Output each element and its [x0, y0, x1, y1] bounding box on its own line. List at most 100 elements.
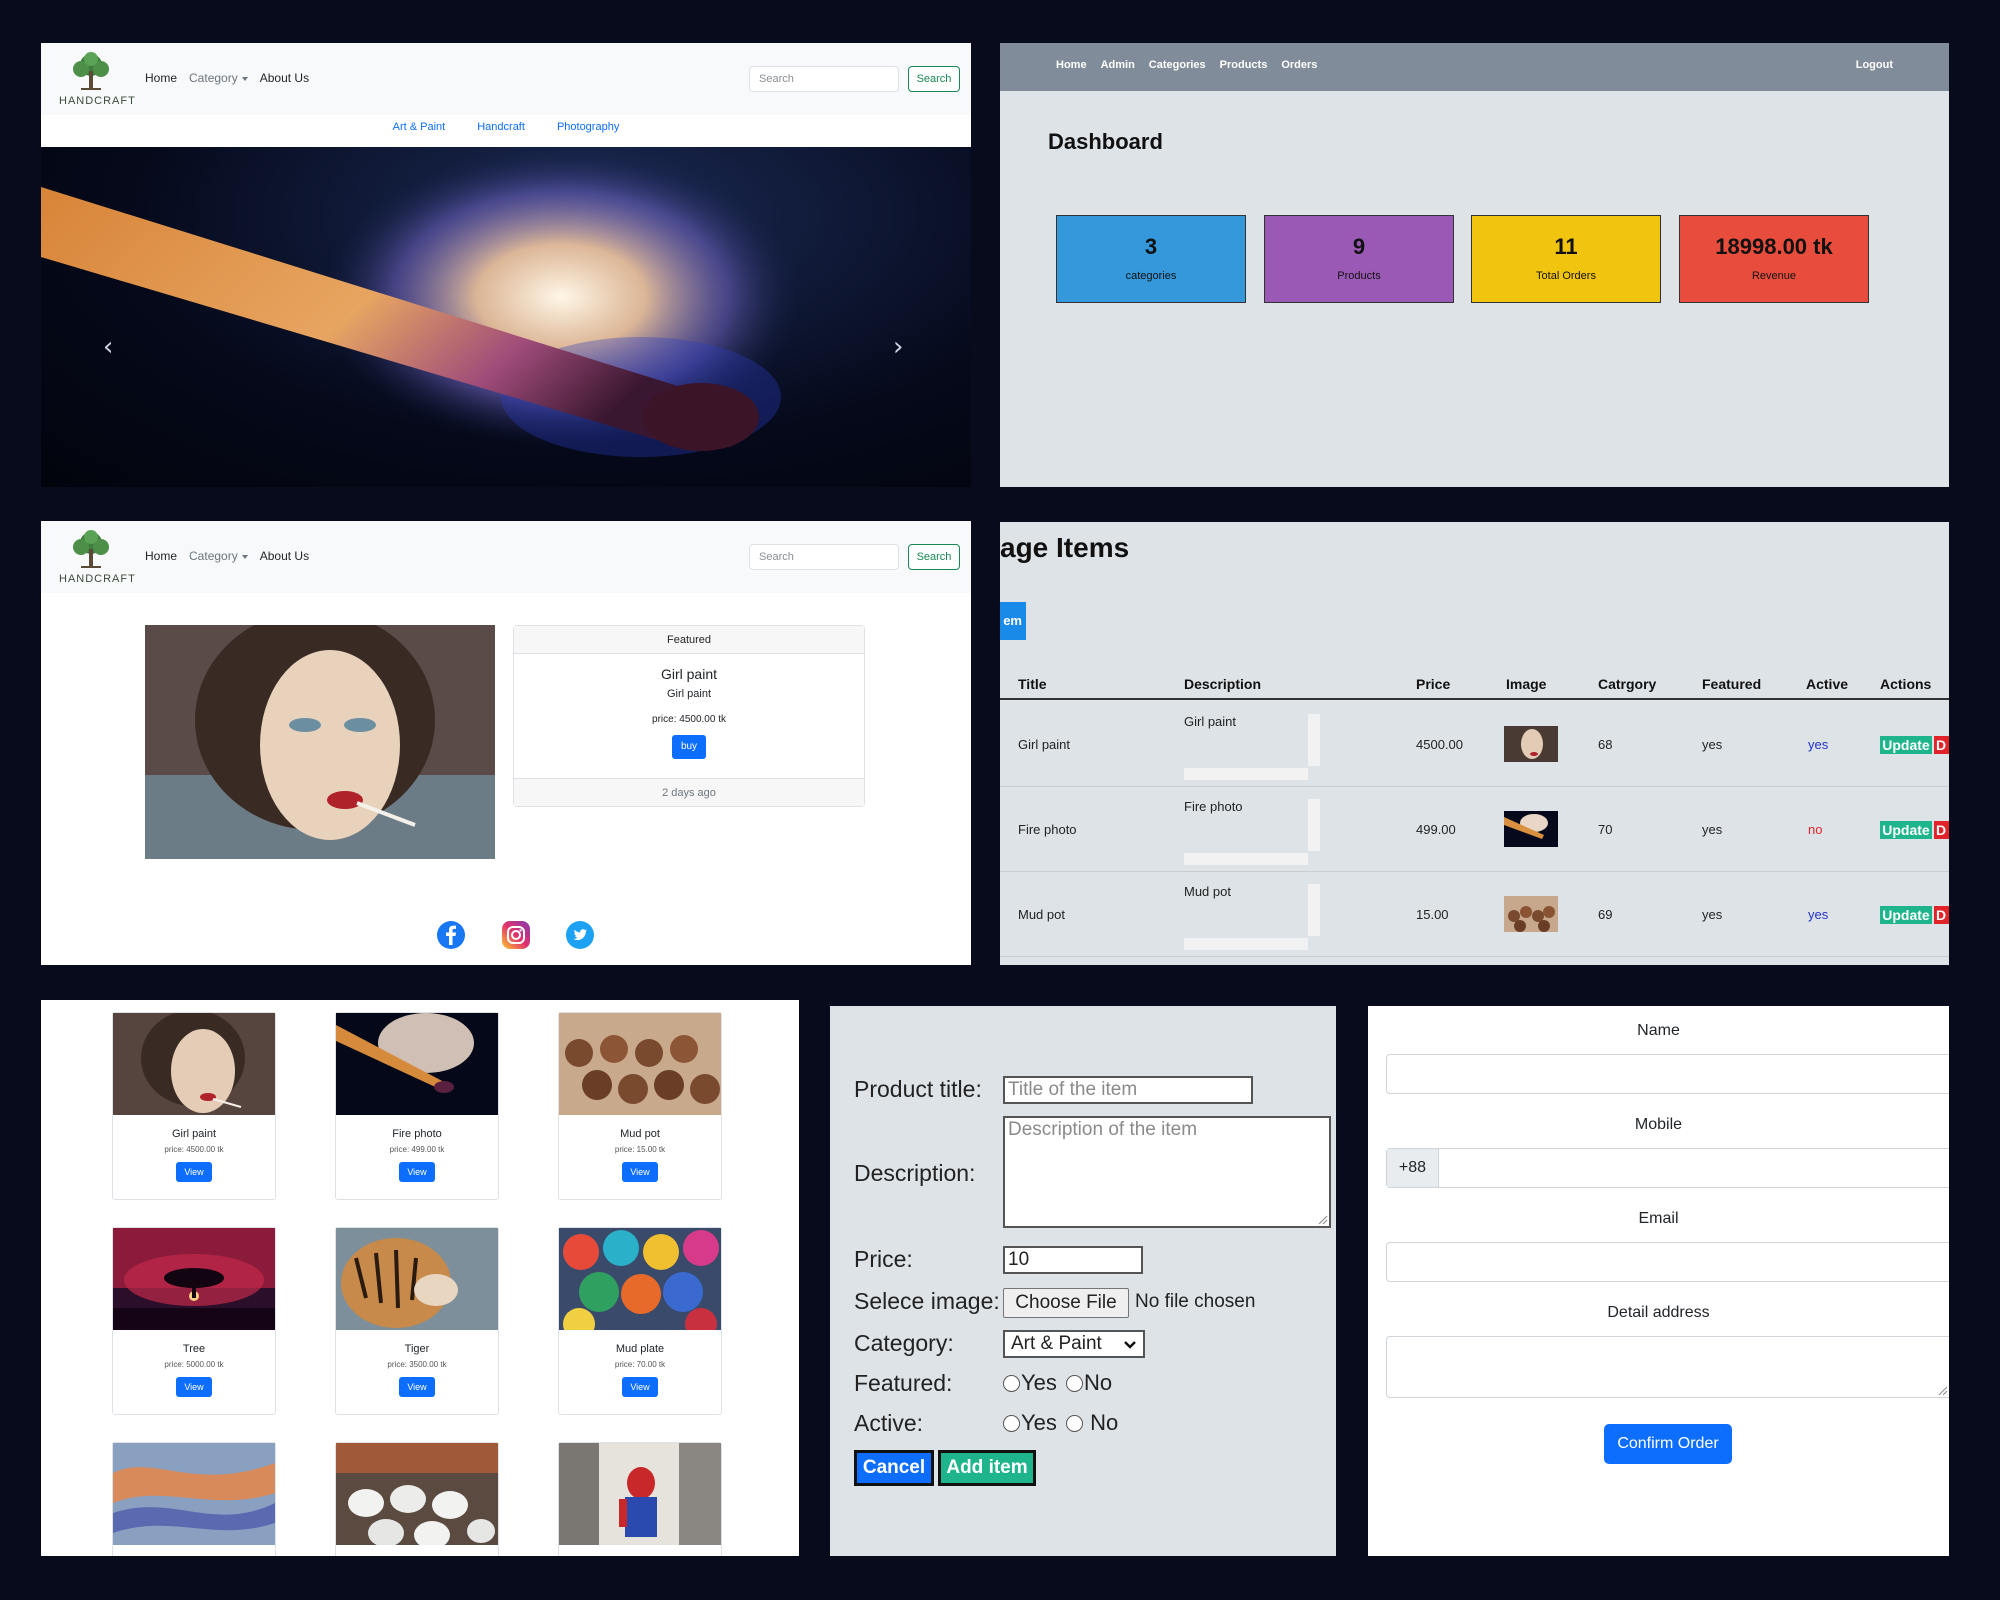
product-card: Tree price: 5000.00 tk View [112, 1227, 276, 1415]
horizontal-scrollbar[interactable] [1184, 938, 1308, 950]
description-textarea[interactable]: Girl paint [1184, 714, 1320, 780]
subcat-photography[interactable]: Photography [557, 121, 619, 133]
vertical-scrollbar[interactable] [1308, 799, 1320, 851]
active-yes-option[interactable]: Yes [1003, 1410, 1057, 1436]
choose-file-button[interactable]: Choose File [1003, 1288, 1129, 1318]
active-no-option[interactable]: No [1066, 1410, 1118, 1436]
mobile-input[interactable] [1440, 1149, 1949, 1187]
search-input[interactable]: Search [749, 544, 899, 570]
row-category: 68 [1598, 737, 1613, 752]
subcat-handcraft[interactable]: Handcraft [477, 121, 525, 133]
description-textarea[interactable]: Fire photo [1184, 799, 1320, 865]
carousel-prev-icon[interactable]: ‹ [103, 332, 113, 362]
nav-home[interactable]: Home [145, 71, 177, 85]
radio-button[interactable] [1066, 1375, 1083, 1392]
radio-button[interactable] [1066, 1415, 1083, 1432]
resize-handle-icon[interactable] [1316, 1213, 1328, 1225]
featured-no-option[interactable]: No [1066, 1370, 1112, 1396]
instagram-icon[interactable] [502, 921, 530, 949]
admin-navbar: Home Admin Categories Products Orders Lo… [1000, 43, 1949, 91]
logout-link[interactable]: Logout [1856, 59, 1893, 71]
row-featured: yes [1702, 822, 1723, 837]
description-textarea[interactable]: Description of the item [1003, 1116, 1331, 1228]
category-selected: Art & Paint [1011, 1333, 1102, 1354]
view-button[interactable]: View [176, 1162, 212, 1182]
subcat-art-paint[interactable]: Art & Paint [393, 121, 446, 133]
admin-nav-categories[interactable]: Categories [1149, 59, 1206, 71]
nav-category-label: Category [189, 549, 238, 563]
admin-dashboard-panel: Home Admin Categories Products Orders Lo… [1000, 43, 1949, 487]
product-price: price: 5000.00 tk [164, 1360, 224, 1369]
search-input[interactable]: Search [749, 66, 899, 92]
description-textarea[interactable]: Mud pot [1184, 884, 1320, 950]
horizontal-scrollbar[interactable] [1184, 768, 1308, 780]
hero-carousel: ‹ › [41, 147, 971, 487]
view-button[interactable]: View [622, 1377, 658, 1397]
row-description: Mud pot [1184, 884, 1231, 899]
facebook-glyph [446, 925, 456, 945]
confirm-order-button[interactable]: Confirm Order [1604, 1424, 1732, 1464]
admin-nav-products[interactable]: Products [1220, 59, 1268, 71]
view-button[interactable]: View [399, 1162, 435, 1182]
category-select[interactable]: Art & Paint [1003, 1330, 1145, 1358]
label-image: Selece image: [854, 1288, 1000, 1314]
update-button[interactable]: Update [1880, 736, 1932, 754]
nav-home[interactable]: Home [145, 549, 177, 563]
stat-card-products: 9 Products [1264, 215, 1454, 303]
col-category: Catrgory [1598, 676, 1657, 692]
price-input[interactable]: 10 [1003, 1246, 1143, 1274]
nav-about-us[interactable]: About Us [260, 71, 309, 85]
col-image: Image [1506, 676, 1547, 692]
search-button[interactable]: Search [908, 544, 960, 570]
nav-category-dropdown[interactable]: Category [189, 71, 248, 85]
featured-yes-option[interactable]: Yes [1003, 1370, 1057, 1396]
handcraft-logo[interactable]: HANDCRAFT [59, 529, 135, 587]
abstract-art-image [113, 1443, 275, 1545]
product-card [558, 1442, 722, 1556]
email-input[interactable] [1386, 1242, 1949, 1282]
email-label: Email [1638, 1210, 1679, 1227]
name-input[interactable] [1386, 1054, 1949, 1094]
address-label: Detail address [1607, 1304, 1710, 1321]
radio-button[interactable] [1003, 1375, 1020, 1392]
facebook-icon[interactable] [437, 921, 465, 949]
add-item-button[interactable]: em [1000, 602, 1026, 640]
update-button[interactable]: Update [1880, 906, 1932, 924]
delete-button[interactable]: D [1934, 736, 1949, 754]
cancel-button[interactable]: Cancel [854, 1450, 934, 1486]
product-title-input[interactable]: Title of the item [1003, 1076, 1253, 1104]
product-title: Mud pot [620, 1128, 660, 1140]
address-textarea[interactable] [1386, 1336, 1949, 1398]
admin-nav-admin[interactable]: Admin [1101, 59, 1135, 71]
horizontal-scrollbar[interactable] [1184, 853, 1308, 865]
nav-category-dropdown[interactable]: Category [189, 549, 248, 563]
add-item-submit-button[interactable]: Add item [938, 1450, 1036, 1486]
main-nav: Home Category About Us [145, 549, 309, 563]
table-row: Fire photo Fire photo 499.00 70 yes no U… [1000, 787, 1949, 872]
resize-handle-icon[interactable] [1936, 1384, 1948, 1396]
search-button[interactable]: Search [908, 66, 960, 92]
carousel-next-icon[interactable]: › [893, 332, 903, 362]
stat-label: categories [1125, 270, 1177, 282]
delete-button[interactable]: D [1934, 906, 1949, 924]
twitter-icon[interactable] [566, 921, 594, 949]
row-title: Fire photo [1018, 822, 1077, 837]
view-button[interactable]: View [176, 1377, 212, 1397]
buy-button[interactable]: buy [672, 735, 706, 759]
radio-button[interactable] [1003, 1415, 1020, 1432]
update-button[interactable]: Update [1880, 821, 1932, 839]
nav-category-label: Category [189, 71, 238, 85]
no-file-text: No file chosen [1135, 1291, 1256, 1312]
table-row: Girl paint Girl paint 4500.00 68 yes yes… [1000, 702, 1949, 787]
girl-paint-image [145, 625, 495, 859]
view-button[interactable]: View [399, 1377, 435, 1397]
admin-nav-home[interactable]: Home [1056, 59, 1087, 71]
view-button[interactable]: View [622, 1162, 658, 1182]
featured-no-label: No [1084, 1370, 1113, 1395]
delete-button[interactable]: D [1934, 821, 1949, 839]
vertical-scrollbar[interactable] [1308, 884, 1320, 936]
nav-about-us[interactable]: About Us [260, 549, 309, 563]
handcraft-logo[interactable]: HANDCRAFT [59, 51, 135, 109]
admin-nav-orders[interactable]: Orders [1281, 59, 1317, 71]
vertical-scrollbar[interactable] [1308, 714, 1320, 766]
